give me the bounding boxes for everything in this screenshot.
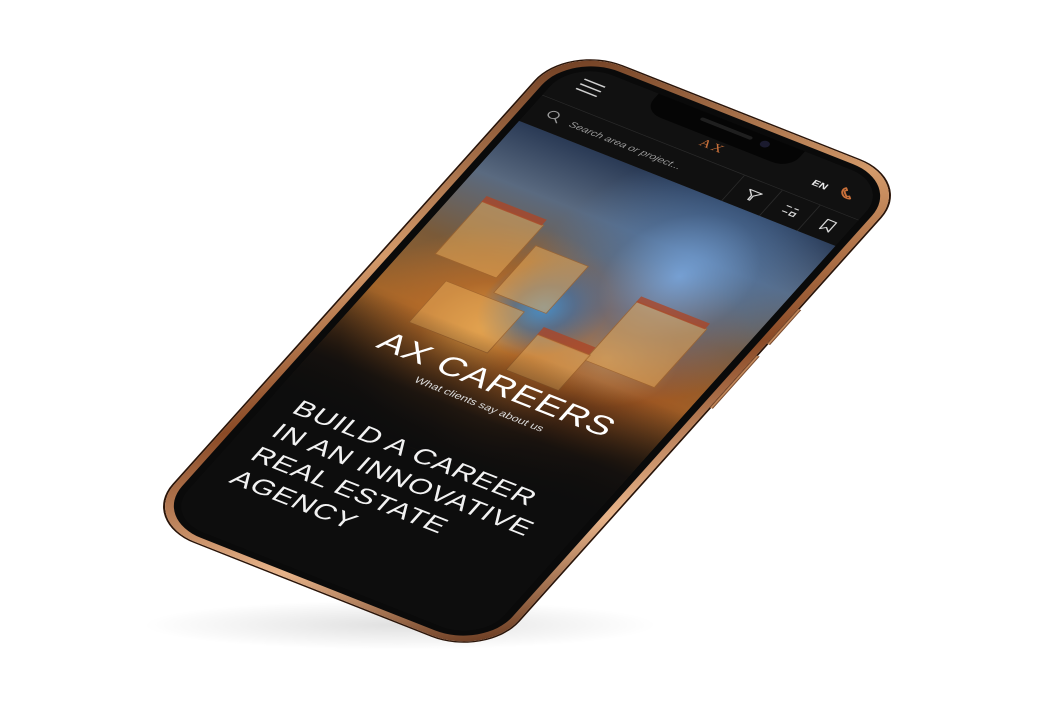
language-selector[interactable]: EN: [809, 178, 831, 192]
device-mockup-stage: AX EN Search area or project... AX CAREE…: [0, 0, 1054, 702]
filter-icon: [747, 188, 763, 201]
bookmark-icon: [818, 218, 838, 233]
phone-screen: AX EN Search area or project... AX CAREE…: [163, 59, 891, 643]
list-view-icon: [781, 205, 800, 218]
phone-call-icon[interactable]: [834, 185, 859, 202]
hamburger-menu-icon[interactable]: [575, 78, 606, 98]
front-camera: [757, 139, 772, 149]
hero-building: [584, 301, 708, 389]
phone-device: AX EN Search area or project... AX CAREE…: [141, 45, 913, 657]
search-icon[interactable]: [542, 108, 567, 125]
